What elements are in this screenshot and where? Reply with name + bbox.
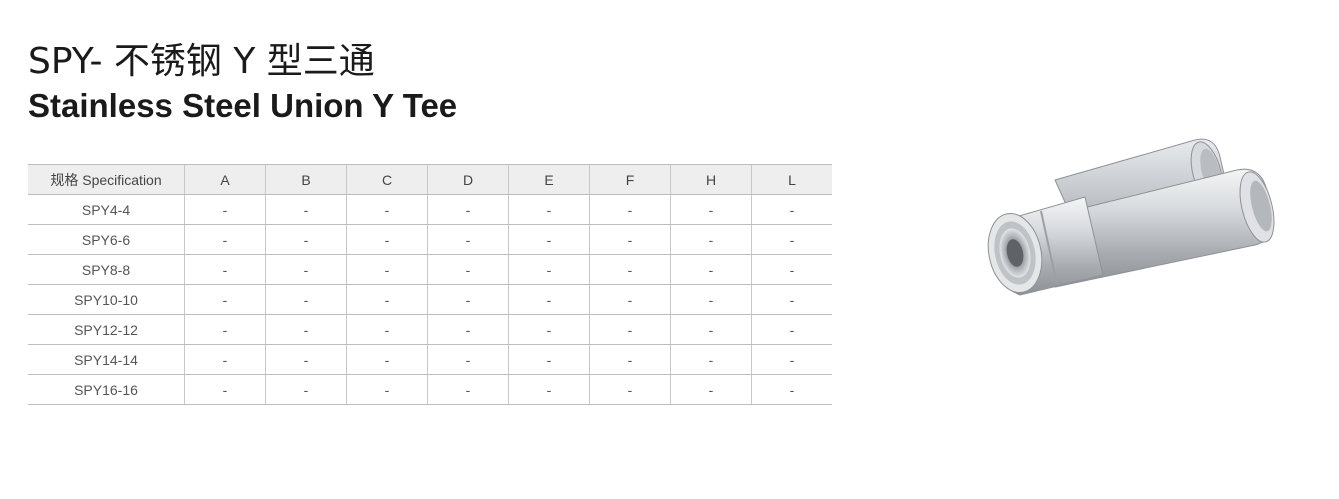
cell-b: -: [265, 344, 347, 375]
cell-f: -: [589, 314, 671, 345]
column-header-d: D: [427, 164, 509, 195]
table-row: SPY8-8- - - - - - - -: [28, 254, 832, 285]
cell-l: -: [751, 254, 832, 285]
product-image: [975, 125, 1285, 300]
specification-table: 规格 Specification A B C D E F H L SPY4-4-…: [28, 164, 832, 405]
cell-a: -: [184, 254, 266, 285]
cell-f: -: [589, 224, 671, 255]
cell-c: -: [346, 314, 428, 345]
cell-c: -: [346, 224, 428, 255]
column-header-f: F: [589, 164, 671, 195]
cell-specification: SPY6-6: [28, 224, 185, 255]
cell-d: -: [427, 224, 509, 255]
page-title-english: Stainless Steel Union Y Tee: [28, 87, 458, 124]
cell-h: -: [670, 314, 752, 345]
cell-specification: SPY8-8: [28, 254, 185, 285]
table-header-row: 规格 Specification A B C D E F H L: [28, 164, 832, 195]
column-header-e: E: [508, 164, 590, 195]
table-row: SPY4-4- - - - - - - -: [28, 194, 832, 225]
cell-c: -: [346, 374, 428, 405]
cell-e: -: [508, 194, 590, 225]
cell-h: -: [670, 344, 752, 375]
cell-l: -: [751, 194, 832, 225]
cell-a: -: [184, 194, 266, 225]
cell-d: -: [427, 254, 509, 285]
cell-specification: SPY14-14: [28, 344, 185, 375]
cell-f: -: [589, 284, 671, 315]
table-row: SPY16-16- - - - - - - -: [28, 374, 832, 405]
table-row: SPY12-12- - - - - - - -: [28, 314, 832, 345]
cell-e: -: [508, 224, 590, 255]
cell-c: -: [346, 194, 428, 225]
cell-a: -: [184, 344, 266, 375]
cell-specification: SPY4-4: [28, 194, 185, 225]
cell-b: -: [265, 284, 347, 315]
table-row: SPY14-14- - - - - - - -: [28, 344, 832, 375]
cell-b: -: [265, 224, 347, 255]
page-title-chinese: SPY- 不锈钢 Y 型三通: [28, 41, 375, 82]
cell-e: -: [508, 254, 590, 285]
table-row: SPY6-6- - - - - - - -: [28, 224, 832, 255]
cell-h: -: [670, 374, 752, 405]
column-header-c: C: [346, 164, 428, 195]
cell-e: -: [508, 344, 590, 375]
column-header-h: H: [670, 164, 752, 195]
cell-a: -: [184, 224, 266, 255]
cell-b: -: [265, 254, 347, 285]
cell-specification: SPY12-12: [28, 314, 185, 345]
cell-f: -: [589, 374, 671, 405]
cell-h: -: [670, 254, 752, 285]
cell-c: -: [346, 344, 428, 375]
cell-l: -: [751, 224, 832, 255]
cell-l: -: [751, 344, 832, 375]
column-header-b: B: [265, 164, 347, 195]
cell-e: -: [508, 374, 590, 405]
cell-specification: SPY16-16: [28, 374, 185, 405]
cell-d: -: [427, 374, 509, 405]
cell-d: -: [427, 194, 509, 225]
cell-d: -: [427, 344, 509, 375]
cell-a: -: [184, 284, 266, 315]
cell-l: -: [751, 284, 832, 315]
column-header-specification: 规格 Specification: [28, 164, 185, 195]
cell-d: -: [427, 314, 509, 345]
cell-h: -: [670, 284, 752, 315]
column-header-l: L: [751, 164, 832, 195]
cell-b: -: [265, 314, 347, 345]
cell-h: -: [670, 194, 752, 225]
table-row: SPY10-10- - - - - - - -: [28, 284, 832, 315]
cell-f: -: [589, 254, 671, 285]
cell-specification: SPY10-10: [28, 284, 185, 315]
cell-f: -: [589, 344, 671, 375]
cell-c: -: [346, 284, 428, 315]
cell-e: -: [508, 314, 590, 345]
cell-a: -: [184, 374, 266, 405]
cell-e: -: [508, 284, 590, 315]
column-header-a: A: [184, 164, 266, 195]
cell-a: -: [184, 314, 266, 345]
cell-l: -: [751, 314, 832, 345]
cell-b: -: [265, 374, 347, 405]
y-tee-fitting-icon: [987, 138, 1275, 296]
cell-b: -: [265, 194, 347, 225]
cell-l: -: [751, 374, 832, 405]
cell-f: -: [589, 194, 671, 225]
cell-c: -: [346, 254, 428, 285]
cell-d: -: [427, 284, 509, 315]
cell-h: -: [670, 224, 752, 255]
